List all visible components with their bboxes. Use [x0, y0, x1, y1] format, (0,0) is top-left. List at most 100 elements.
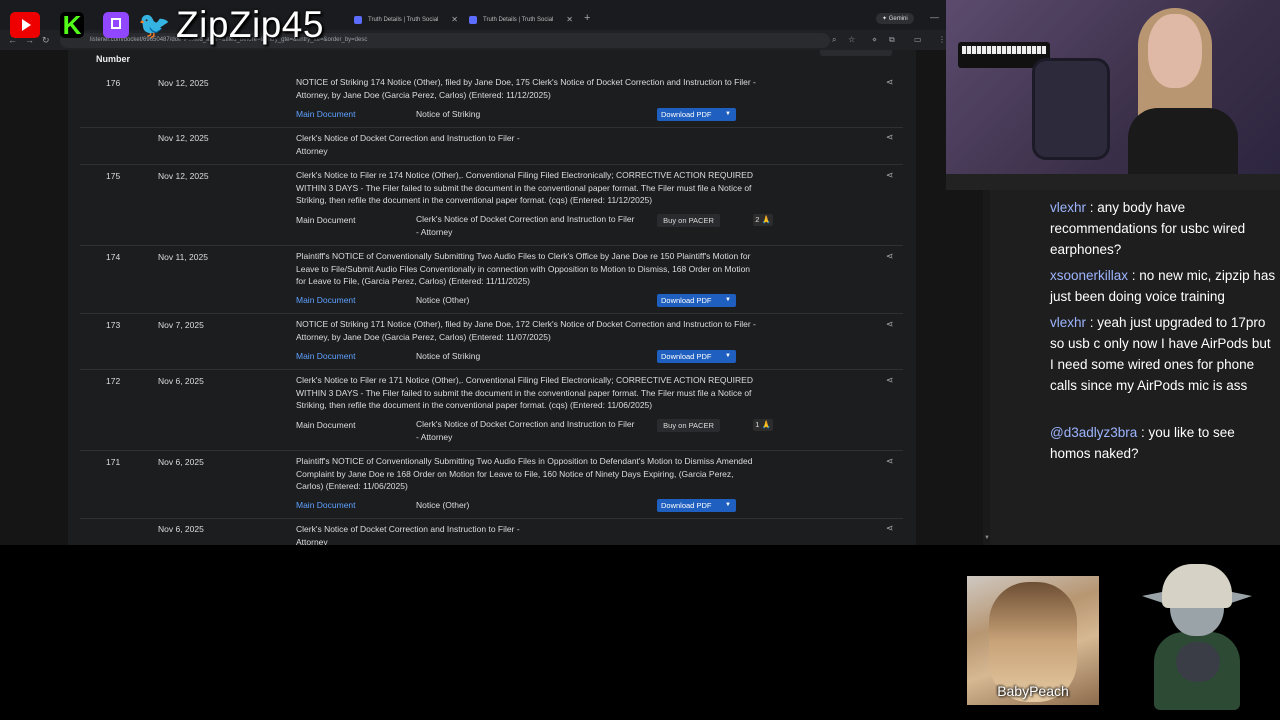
entry-number: 174	[106, 252, 121, 262]
download-label: Download PDF	[661, 296, 712, 305]
table-row: 172 Nov 6, 2025 Clerk's Notice to Filer …	[80, 369, 903, 451]
entry-description: Plaintiff's NOTICE of Conventionally Sub…	[296, 251, 751, 287]
chat-message: vlexhr : yeah just upgraded to 17pro so …	[1050, 312, 1278, 396]
main-document-label: Main Document	[296, 215, 356, 225]
download-pdf-button[interactable]: Download PDF ▼	[657, 350, 736, 363]
download-pdf-button[interactable]: Download PDF ▼	[657, 499, 736, 512]
attachment-description: Notice of Striking	[416, 109, 481, 119]
streamer-image	[1128, 8, 1238, 190]
tab-truth-details-2[interactable]: Truth Details | Truth Social ✕	[465, 10, 577, 30]
chat-username[interactable]: vlexhr	[1050, 315, 1086, 330]
webcam-feed	[946, 0, 1280, 190]
menu-icon[interactable]: ⋮	[938, 35, 946, 44]
entry-description: Clerk's Notice of Docket Correction and …	[296, 524, 520, 545]
caret-down-icon: ▼	[725, 353, 731, 359]
table-row: Nov 12, 2025 Clerk's Notice of Docket Co…	[80, 127, 903, 165]
chat-username[interactable]: @d3adlyz3bra	[1050, 425, 1137, 440]
elf-cat	[1176, 642, 1220, 682]
zoom-icon[interactable]: ⌕	[832, 35, 836, 45]
entry-date: Nov 12, 2025	[158, 78, 209, 88]
entry-description: NOTICE of Striking 174 Notice (Other), f…	[296, 77, 756, 100]
streamer-name: ZipZip45	[176, 4, 324, 45]
chat-username[interactable]: vlexhr	[1050, 200, 1086, 215]
minimize-icon[interactable]: —	[930, 12, 939, 22]
bookmark-star-icon[interactable]: ☆	[848, 35, 855, 44]
share-icon[interactable]: ⋖	[886, 132, 894, 143]
caret-down-icon: ▼	[725, 111, 731, 117]
entry-description: Clerk's Notice of Docket Correction and …	[296, 133, 520, 156]
chat-message: xsoonerkillax : no new mic, zipzip has j…	[1050, 265, 1278, 307]
close-icon[interactable]: ✕	[451, 10, 458, 30]
gemini-button[interactable]: ✦ Gemini	[876, 13, 914, 24]
entry-date: Nov 12, 2025	[158, 171, 209, 181]
avatar-label: BabyPeach	[997, 683, 1069, 699]
kick-icon: K	[60, 12, 84, 38]
attachment-description: Notice (Other)	[416, 500, 470, 510]
buy-on-pacer-button[interactable]: Buy on PACER	[657, 214, 720, 227]
share-icon[interactable]: ⋖	[886, 456, 894, 467]
chat-username[interactable]: xsoonerkillax	[1050, 268, 1128, 283]
main-document-link[interactable]: Main Document	[296, 295, 356, 305]
truth-social-icon	[354, 16, 362, 24]
elf-hair	[1162, 564, 1232, 608]
truth-social-icon	[469, 16, 477, 24]
column-header-number: Number	[96, 54, 131, 64]
entry-date: Nov 6, 2025	[158, 376, 204, 386]
entry-description: Clerk's Notice to Filer re 171 Notice (O…	[296, 375, 753, 411]
share-icon[interactable]: ⋖	[886, 319, 894, 330]
table-row: 174 Nov 11, 2025 Plaintiff's NOTICE of C…	[80, 245, 903, 314]
attachment-description: Notice (Other)	[416, 295, 470, 305]
main-document-label: Main Document	[296, 420, 356, 430]
table-row: 173 Nov 7, 2025 NOTICE of Striking 171 N…	[80, 313, 903, 370]
download-pdf-button[interactable]: Download PDF ▼	[657, 108, 736, 121]
share-icon[interactable]: ⋖	[886, 77, 894, 88]
share-icon[interactable]: ⋖	[886, 251, 894, 262]
entry-date: Nov 12, 2025	[158, 133, 209, 143]
docket-page: Number 176 Nov 12, 2025 NOTICE of Striki…	[0, 50, 990, 545]
elf-avatar	[1136, 560, 1256, 710]
twitter-icon: 🐦	[138, 10, 171, 40]
new-tab-button[interactable]: +	[584, 12, 590, 24]
share-icon[interactable]: ⋖	[886, 170, 894, 181]
chat-message: vlexhr : any body have recommendations f…	[1050, 197, 1278, 260]
table-row: Nov 6, 2025 Clerk's Notice of Docket Cor…	[80, 518, 903, 545]
reload-icon[interactable]: ↻	[42, 35, 50, 46]
main-document-link[interactable]: Main Document	[296, 109, 356, 119]
request-count-badge[interactable]: 1 🙏	[753, 419, 773, 431]
table-row: 171 Nov 6, 2025 Plaintiff's NOTICE of Co…	[80, 450, 903, 519]
desk-image	[946, 174, 1280, 190]
attachment-description: Clerk's Notice of Docket Correction and …	[416, 419, 635, 442]
close-icon[interactable]: ✕	[566, 10, 573, 30]
table-row: 176 Nov 12, 2025 NOTICE of Striking 174 …	[80, 70, 903, 128]
entry-description: Clerk's Notice to Filer re 174 Notice (O…	[296, 170, 753, 206]
main-document-link[interactable]: Main Document	[296, 351, 356, 361]
main-document-link[interactable]: Main Document	[296, 500, 356, 510]
download-label: Download PDF	[661, 110, 712, 119]
babypeach-avatar: BabyPeach	[967, 576, 1099, 705]
entry-number: 173	[106, 320, 121, 330]
attachment-description: Clerk's Notice of Docket Correction and …	[416, 214, 635, 237]
entry-date: Nov 6, 2025	[158, 524, 204, 534]
export-button[interactable]	[820, 50, 892, 56]
tab-truth-details-1[interactable]: Truth Details | Truth Social ✕	[350, 10, 462, 30]
share-icon[interactable]: ⋖	[886, 375, 894, 386]
entry-description: NOTICE of Striking 171 Notice (Other), f…	[296, 319, 756, 342]
table-row: 175 Nov 12, 2025 Clerk's Notice to Filer…	[80, 164, 903, 246]
share-icon[interactable]: ⋖	[886, 523, 894, 534]
request-count-badge[interactable]: 2 🙏	[753, 214, 773, 226]
tab-label: Truth Details | Truth Social	[483, 17, 554, 23]
download-label: Download PDF	[661, 352, 712, 361]
twitch-icon	[103, 12, 129, 38]
buy-on-pacer-button[interactable]: Buy on PACER	[657, 419, 720, 432]
chat-message: @d3adlyz3bra : you like to see homos nak…	[1050, 422, 1278, 464]
entry-number: 171	[106, 457, 121, 467]
download-label: Download PDF	[661, 501, 712, 510]
extensions-icon[interactable]: ⋄	[872, 35, 877, 44]
caret-down-icon: ▼	[725, 297, 731, 303]
caret-down-icon: ▼	[725, 502, 731, 508]
sidebar-icon[interactable]: ▭	[914, 35, 922, 44]
puzzle-icon[interactable]: ⧉	[889, 35, 895, 45]
download-pdf-button[interactable]: Download PDF ▼	[657, 294, 736, 307]
streamer-face	[1148, 14, 1202, 88]
entry-date: Nov 11, 2025	[158, 252, 208, 262]
